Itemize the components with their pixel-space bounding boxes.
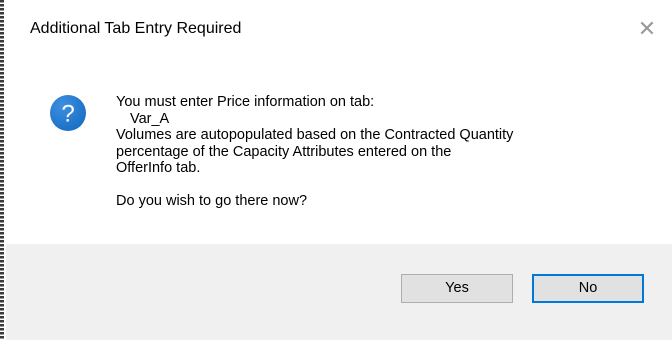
message-line-question: Do you wish to go there now? bbox=[116, 192, 308, 209]
question-icon: ? bbox=[50, 95, 86, 131]
svg-text:?: ? bbox=[61, 101, 74, 128]
close-button[interactable]: ✕ bbox=[632, 14, 662, 44]
message-dialog: Additional Tab Entry Required ✕ ? You mu… bbox=[6, 0, 672, 340]
close-icon: ✕ bbox=[637, 16, 657, 41]
message-line-percentage: percentage of the Capacity Attributes en… bbox=[116, 143, 452, 160]
dialog-message: You must enter Price information on tab:… bbox=[116, 94, 656, 209]
message-spacer bbox=[116, 177, 656, 193]
no-button[interactable]: No bbox=[532, 274, 644, 303]
dialog-button-bar: Yes No bbox=[6, 244, 672, 340]
yes-button[interactable]: Yes bbox=[401, 274, 513, 303]
message-line-prompt: You must enter Price information on tab: bbox=[116, 94, 375, 110]
message-line-offerinfo: OfferInfo tab. bbox=[116, 160, 201, 176]
message-line-volumes: Volumes are autopopulated based on the C… bbox=[116, 127, 514, 143]
message-line-tab-name: Var_A bbox=[130, 110, 170, 127]
dialog-title: Additional Tab Entry Required bbox=[30, 20, 242, 37]
background-window-edge bbox=[0, 0, 4, 340]
